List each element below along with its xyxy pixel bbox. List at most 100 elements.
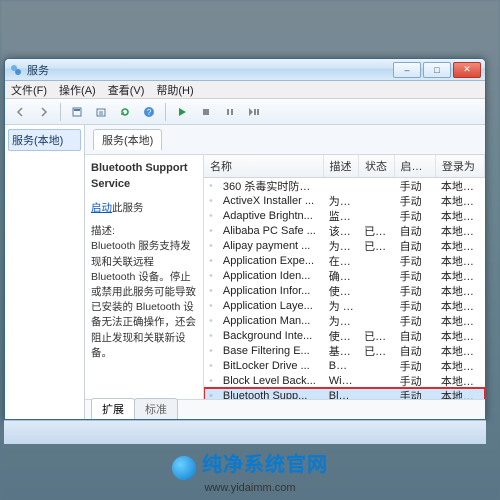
- cell-status: 已启动: [359, 328, 394, 344]
- cell-name: Application Infor...: [218, 285, 324, 297]
- stop-service-button[interactable]: [196, 102, 216, 122]
- refresh-button[interactable]: [115, 102, 135, 122]
- gear-icon: [204, 330, 218, 341]
- taskbar[interactable]: [4, 420, 486, 444]
- detail-area: Bluetooth Support Service 启动此服务 描述: Blue…: [85, 155, 485, 399]
- table-row[interactable]: Application Laye...为 In...手动本地服务: [204, 298, 485, 313]
- rows-container[interactable]: 360 杀毒实时防护...手动本地系统ActiveX Installer ...…: [204, 178, 485, 399]
- cell-startup: 手动: [395, 358, 436, 374]
- cell-startup: 手动: [395, 253, 436, 269]
- menu-action[interactable]: 操作(A): [59, 82, 96, 98]
- minimize-button[interactable]: –: [393, 62, 421, 78]
- heading-tab: 服务(本地): [93, 129, 162, 150]
- titlebar[interactable]: 服务 – □ ✕: [5, 59, 485, 81]
- svg-text:?: ?: [147, 108, 152, 117]
- col-startup[interactable]: 启动类型: [395, 155, 436, 177]
- watermark-logo-icon: [172, 456, 196, 480]
- cell-logon: 本地系统: [436, 313, 485, 329]
- table-row[interactable]: 360 杀毒实时防护...手动本地系统: [204, 178, 485, 193]
- back-button[interactable]: [10, 102, 30, 122]
- cell-name: 360 杀毒实时防护...: [218, 178, 324, 194]
- cell-logon: 本地系统: [436, 208, 485, 224]
- cell-logon: 本地服务: [436, 268, 485, 284]
- gear-icon: [204, 210, 218, 221]
- cell-logon: 本地服务: [436, 298, 485, 314]
- cell-name: Alibaba PC Safe ...: [218, 225, 324, 237]
- app-icon: [9, 63, 23, 77]
- start-service-button[interactable]: [172, 102, 192, 122]
- cell-desc: 使用...: [324, 328, 359, 344]
- window-title: 服务: [27, 62, 393, 78]
- maximize-button[interactable]: □: [423, 62, 451, 78]
- description-pane: Bluetooth Support Service 启动此服务 描述: Blue…: [85, 155, 203, 399]
- menu-help[interactable]: 帮助(H): [156, 82, 193, 98]
- table-row[interactable]: Bluetooth Supp...Blue...手动本地服务: [204, 388, 485, 399]
- cell-logon: 本地系统: [436, 223, 485, 239]
- cell-name: Alipay payment ...: [218, 240, 324, 252]
- cell-startup: 自动: [395, 238, 436, 254]
- pause-service-button[interactable]: [220, 102, 240, 122]
- properties-button[interactable]: [67, 102, 87, 122]
- table-row[interactable]: Alipay payment ...为支...已启动自动本地系统: [204, 238, 485, 253]
- col-status[interactable]: 状态: [359, 155, 394, 177]
- table-row[interactable]: Application Infor...使用...手动本地系统: [204, 283, 485, 298]
- cell-status: 已启动: [359, 343, 394, 359]
- gear-icon: [204, 195, 218, 206]
- gear-icon: [204, 270, 218, 281]
- tab-standard[interactable]: 标准: [134, 398, 178, 419]
- cell-desc: 为从...: [324, 193, 359, 209]
- cell-logon: 本地系统: [436, 283, 485, 299]
- menu-file[interactable]: 文件(F): [11, 82, 47, 98]
- cell-name: Bluetooth Supp...: [218, 390, 324, 400]
- cell-name: BitLocker Drive ...: [218, 360, 324, 372]
- cell-desc: 监视...: [324, 208, 359, 224]
- menu-view[interactable]: 查看(V): [108, 82, 145, 98]
- gear-icon: [204, 375, 218, 386]
- cell-desc: 基本...: [324, 343, 359, 359]
- col-logon[interactable]: 登录为: [436, 155, 485, 177]
- window-buttons: – □ ✕: [393, 62, 481, 78]
- table-row[interactable]: Application Expe...在应...手动本地系统: [204, 253, 485, 268]
- cell-startup: 手动: [395, 298, 436, 314]
- bottom-tabs: 扩展 标准: [85, 399, 485, 419]
- cell-desc: 为通...: [324, 313, 359, 329]
- table-row[interactable]: Application Man...为通...手动本地系统: [204, 313, 485, 328]
- cell-desc: 使用...: [324, 283, 359, 299]
- cell-startup: 手动: [395, 193, 436, 209]
- cell-startup: 自动: [395, 343, 436, 359]
- close-button[interactable]: ✕: [453, 62, 481, 78]
- cell-name: Block Level Back...: [218, 375, 324, 387]
- main-pane: 服务(本地) Bluetooth Support Service 启动此服务 描…: [85, 125, 485, 419]
- table-row[interactable]: Alibaba PC Safe ...该服...已启动自动本地系统: [204, 223, 485, 238]
- table-row[interactable]: Background Inte...使用...已启动自动本地系统: [204, 328, 485, 343]
- table-row[interactable]: Base Filtering E...基本...已启动自动本地服务: [204, 343, 485, 358]
- table-row[interactable]: Adaptive Brightn...监视...手动本地系统: [204, 208, 485, 223]
- cell-logon: 本地系统: [436, 253, 485, 269]
- restart-service-button[interactable]: [244, 102, 264, 122]
- tab-extended[interactable]: 扩展: [91, 398, 135, 419]
- services-list: 名称 描述 状态 启动类型 登录为 360 杀毒实时防护...手动本地系统Act…: [203, 155, 485, 399]
- cell-desc: 该服...: [324, 223, 359, 239]
- gear-icon: [204, 255, 218, 266]
- export-button[interactable]: [91, 102, 111, 122]
- watermark-brand: 纯净系统官网: [202, 454, 328, 476]
- table-row[interactable]: Application Iden...确定...手动本地服务: [204, 268, 485, 283]
- table-row[interactable]: BitLocker Drive ...BDE...手动本地系统: [204, 358, 485, 373]
- cell-startup: 自动: [395, 223, 436, 239]
- col-desc[interactable]: 描述: [324, 155, 359, 177]
- gear-icon: [204, 390, 218, 399]
- gear-icon: [204, 315, 218, 326]
- table-row[interactable]: ActiveX Installer ...为从...手动本地系统: [204, 193, 485, 208]
- table-row[interactable]: Block Level Back...Win...手动本地系统: [204, 373, 485, 388]
- service-action-line: 启动此服务: [91, 201, 197, 216]
- nav-services-local[interactable]: 服务(本地): [8, 129, 81, 151]
- col-name[interactable]: 名称: [204, 155, 324, 177]
- start-link[interactable]: 启动: [91, 202, 112, 214]
- cell-startup: 自动: [395, 328, 436, 344]
- forward-button[interactable]: [34, 102, 54, 122]
- cell-desc: Blue...: [324, 390, 359, 400]
- help-button[interactable]: ?: [139, 102, 159, 122]
- cell-status: 已启动: [359, 238, 394, 254]
- cell-name: Application Man...: [218, 315, 324, 327]
- cell-name: Background Inte...: [218, 330, 324, 342]
